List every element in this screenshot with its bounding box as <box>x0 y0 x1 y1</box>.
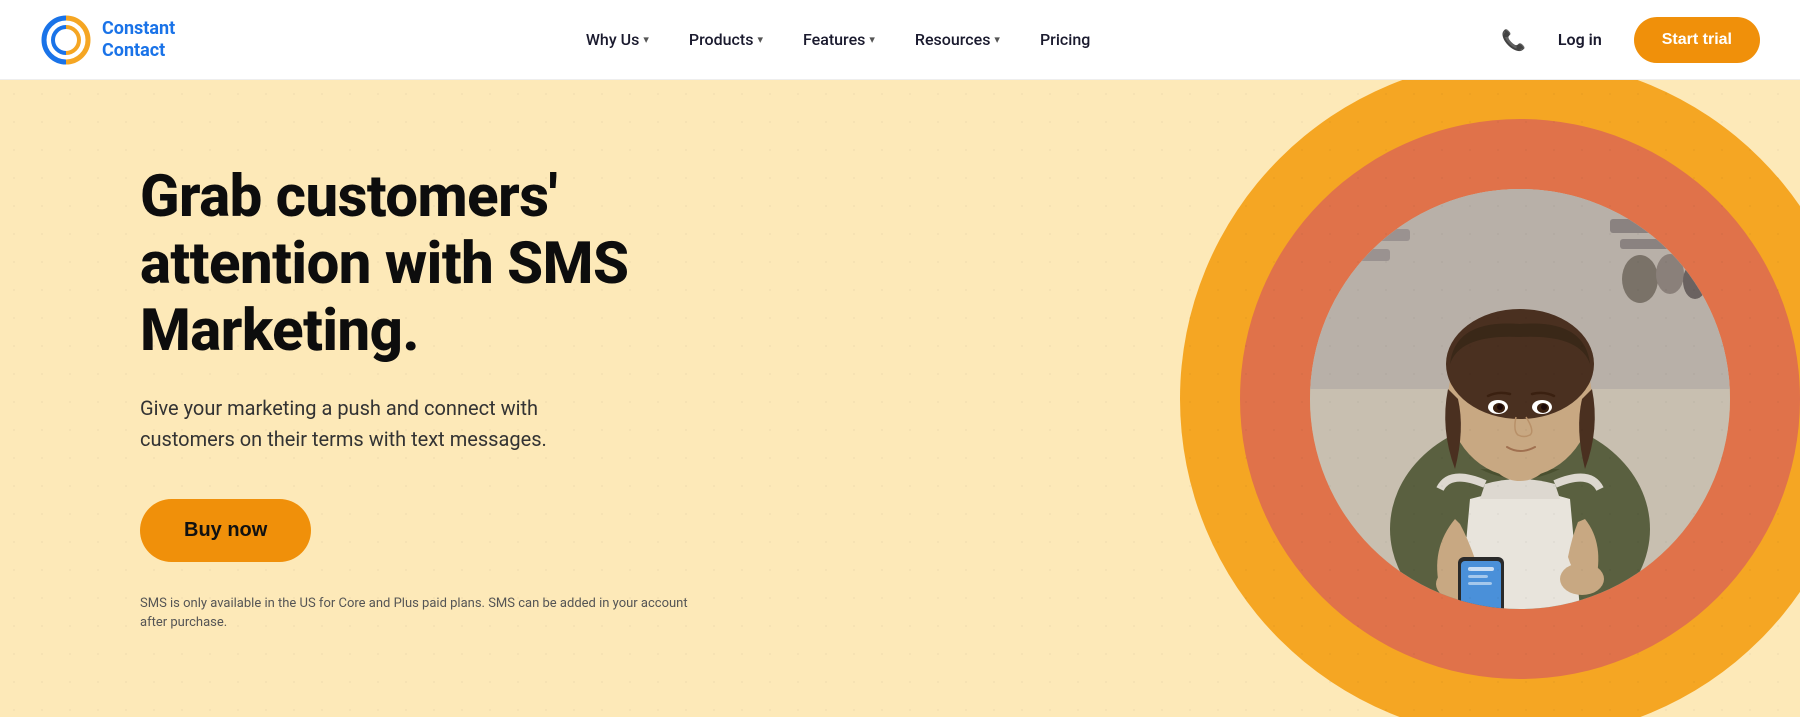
nav-features[interactable]: Features ▾ <box>787 20 891 59</box>
hero-disclaimer: SMS is only available in the US for Core… <box>140 594 700 633</box>
navbar-nav: Why Us ▾ Products ▾ Features ▾ Resources… <box>570 20 1106 59</box>
chevron-down-icon: ▾ <box>869 33 875 46</box>
nav-pricing[interactable]: Pricing <box>1024 20 1106 59</box>
hero-title: Grab customers' attention with SMS Marke… <box>140 164 700 364</box>
chevron-down-icon: ▾ <box>643 33 649 46</box>
buy-now-button[interactable]: Buy now <box>140 499 311 562</box>
logo-text: Constant Contact <box>102 18 175 61</box>
hero-section: Grab customers' attention with SMS Marke… <box>0 80 1800 717</box>
logo-icon <box>40 14 92 66</box>
logo[interactable]: Constant Contact <box>40 14 175 66</box>
hero-image-area <box>1180 80 1800 717</box>
login-button[interactable]: Log in <box>1546 22 1614 57</box>
hero-content: Grab customers' attention with SMS Marke… <box>140 164 700 632</box>
circle-inner <box>1310 189 1730 609</box>
chevron-down-icon: ▾ <box>757 33 763 46</box>
hero-subtitle: Give your marketing a push and connect w… <box>140 393 560 455</box>
navbar-right: 📞 Log in Start trial <box>1501 17 1760 63</box>
chevron-down-icon: ▾ <box>994 33 1000 46</box>
navbar: Constant Contact Why Us ▾ Products ▾ Fea… <box>0 0 1800 80</box>
nav-resources[interactable]: Resources ▾ <box>899 20 1016 59</box>
nav-why-us[interactable]: Why Us ▾ <box>570 20 665 59</box>
phone-icon[interactable]: 📞 <box>1501 28 1526 52</box>
nav-products[interactable]: Products ▾ <box>673 20 779 59</box>
start-trial-button[interactable]: Start trial <box>1634 17 1760 63</box>
person-image <box>1310 189 1730 609</box>
